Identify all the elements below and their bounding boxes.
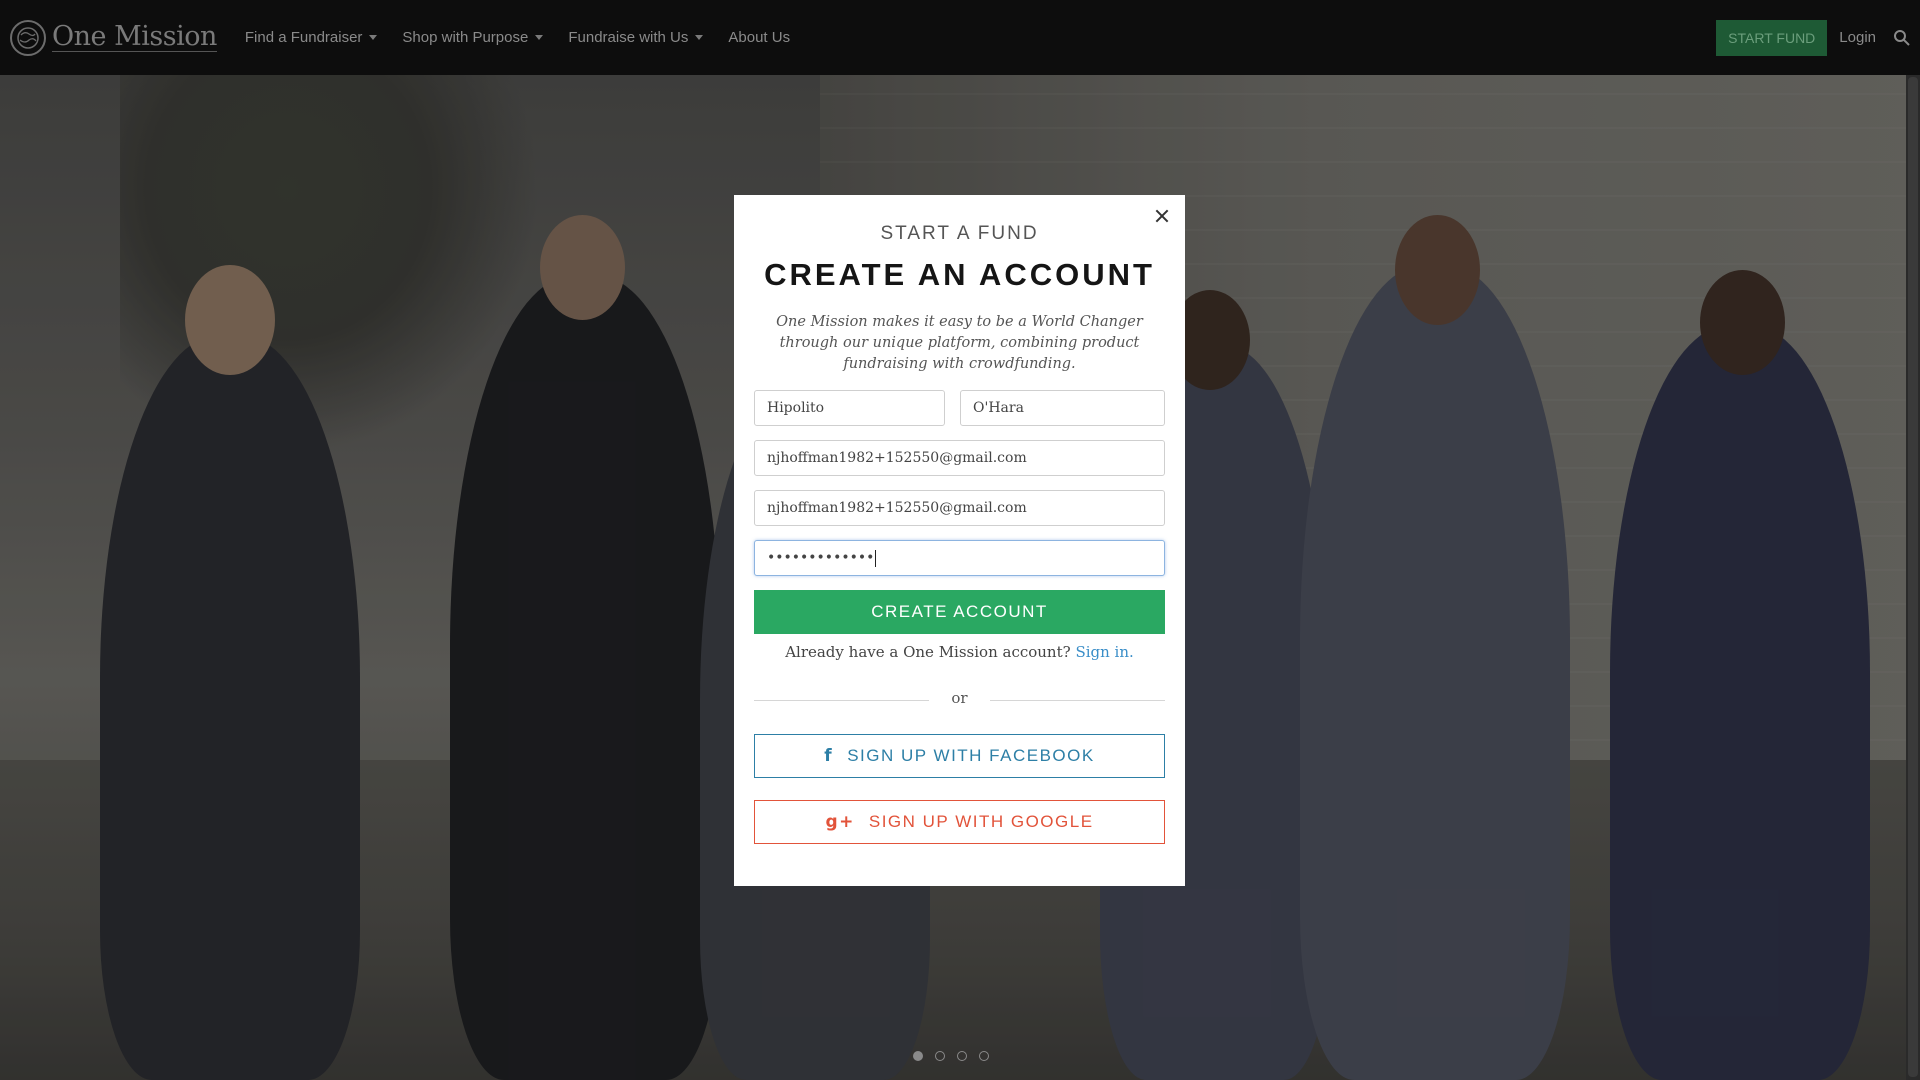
- create-account-button[interactable]: CREATE ACCOUNT: [754, 590, 1165, 634]
- nav-about-us[interactable]: About Us: [728, 29, 790, 46]
- search-icon[interactable]: [1892, 28, 1912, 48]
- brand-name: One Mission: [52, 21, 217, 52]
- slide-dot[interactable]: [957, 1051, 967, 1061]
- already-text: Already have a One Mission account?: [785, 643, 1071, 661]
- nav-label: Shop with Purpose: [402, 29, 529, 46]
- or-divider: or: [754, 689, 1165, 711]
- top-navbar: One Mission Find a Fundraiser Shop with …: [0, 0, 1920, 75]
- globe-logo-icon: [10, 19, 46, 56]
- caret-down-icon: [535, 35, 544, 40]
- slide-dot[interactable]: [913, 1051, 923, 1061]
- nav-shop-with-purpose[interactable]: Shop with Purpose: [402, 29, 544, 46]
- main-nav: Find a Fundraiser Shop with Purpose Fund…: [245, 29, 815, 46]
- or-label: or: [951, 689, 968, 707]
- facebook-signup-button[interactable]: f SIGN UP WITH FACEBOOK: [754, 734, 1165, 778]
- first-name-field[interactable]: Hipolito: [754, 390, 945, 426]
- password-field[interactable]: •••••••••••••: [754, 540, 1165, 576]
- password-mask: •••••••••••••: [767, 550, 875, 566]
- nav-label: Find a Fundraiser: [244, 29, 363, 46]
- email-confirm-field[interactable]: njhoffman1982+152550@gmail.com: [754, 490, 1165, 526]
- create-account-modal: START A FUND CREATE AN ACCOUNT One Missi…: [734, 195, 1185, 886]
- login-link[interactable]: Login: [1839, 29, 1876, 46]
- nav-label: About Us: [728, 29, 791, 46]
- modal-title: CREATE AN ACCOUNT: [764, 257, 1155, 292]
- brand-logo[interactable]: One Mission: [10, 19, 217, 56]
- email-field[interactable]: njhoffman1982+152550@gmail.com: [754, 440, 1165, 476]
- already-have-account: Already have a One Mission account? Sign…: [734, 643, 1185, 661]
- slide-dot[interactable]: [935, 1051, 945, 1061]
- sign-in-link[interactable]: Sign in.: [1075, 643, 1133, 661]
- page-scrollbar[interactable]: [1906, 75, 1920, 1080]
- slide-dot[interactable]: [979, 1051, 989, 1061]
- last-name-field[interactable]: O'Hara: [960, 390, 1165, 426]
- google-signup-button[interactable]: g+ SIGN UP WITH GOOGLE: [754, 800, 1165, 844]
- caret-down-icon: [369, 35, 378, 40]
- modal-description: One Mission makes it easy to be a World …: [776, 314, 1143, 372]
- nav-fundraise-with-us[interactable]: Fundraise with Us: [568, 29, 704, 46]
- text-cursor: [875, 549, 877, 567]
- modal-eyebrow: START A FUND: [880, 223, 1039, 244]
- facebook-signup-label: SIGN UP WITH FACEBOOK: [847, 746, 1095, 765]
- nav-label: Fundraise with Us: [568, 29, 689, 46]
- google-signup-label: SIGN UP WITH GOOGLE: [868, 812, 1094, 831]
- facebook-icon: f: [824, 746, 834, 766]
- header-actions: START FUND Login: [1716, 0, 1920, 75]
- nav-find-fundraiser[interactable]: Find a Fundraiser: [245, 29, 378, 46]
- start-fund-button[interactable]: START FUND: [1716, 19, 1828, 56]
- caret-down-icon: [695, 35, 704, 40]
- google-plus-icon: g+: [825, 812, 855, 832]
- slide-indicators: [913, 1051, 1001, 1061]
- scrollbar-thumb[interactable]: [1908, 77, 1918, 1077]
